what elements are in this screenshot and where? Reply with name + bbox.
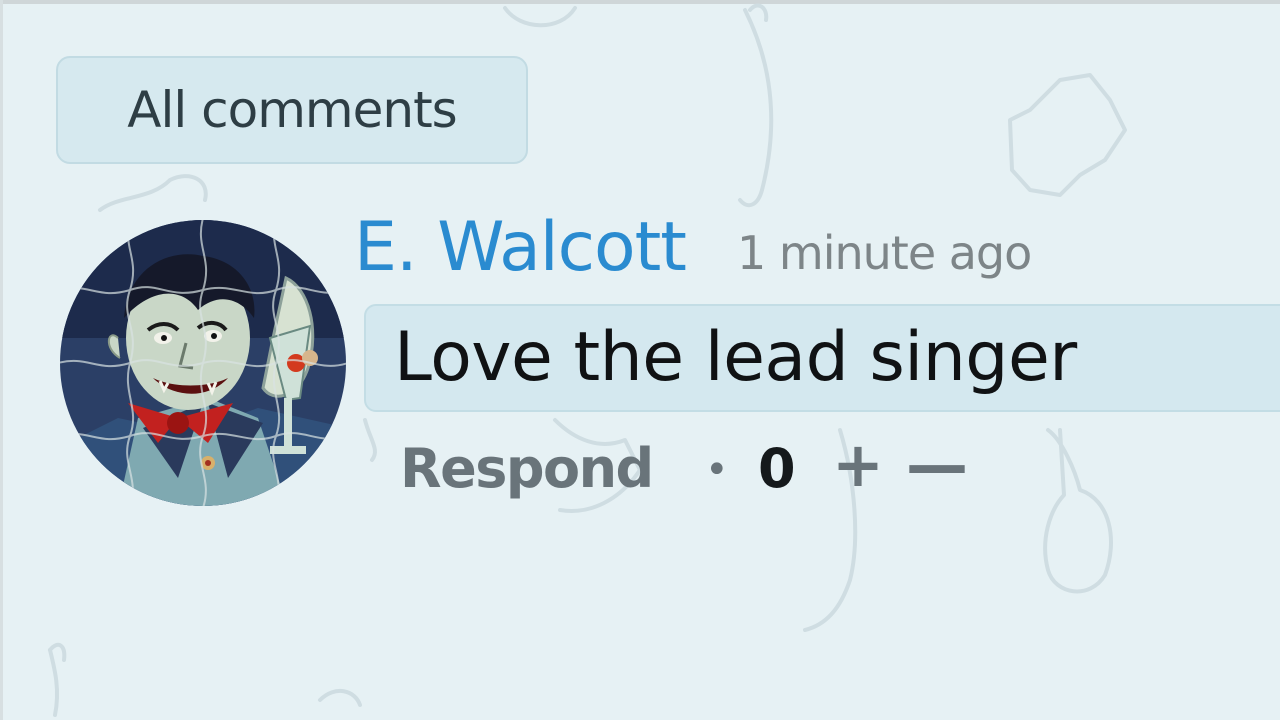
- comment-author[interactable]: E. Walcott: [354, 208, 687, 287]
- action-separator: •: [705, 447, 729, 493]
- vote-score: 0: [758, 437, 796, 500]
- downvote-button[interactable]: —: [906, 434, 968, 496]
- vampire-avatar-icon: [60, 220, 346, 506]
- respond-button[interactable]: Respond: [400, 437, 654, 500]
- avatar[interactable]: [58, 218, 348, 508]
- upvote-button[interactable]: +: [832, 434, 884, 496]
- all-comments-label: All comments: [127, 81, 457, 139]
- all-comments-button[interactable]: All comments: [56, 56, 528, 164]
- comment-timestamp: 1 minute ago: [737, 226, 1032, 280]
- comment-text: Love the lead singer: [394, 318, 1077, 397]
